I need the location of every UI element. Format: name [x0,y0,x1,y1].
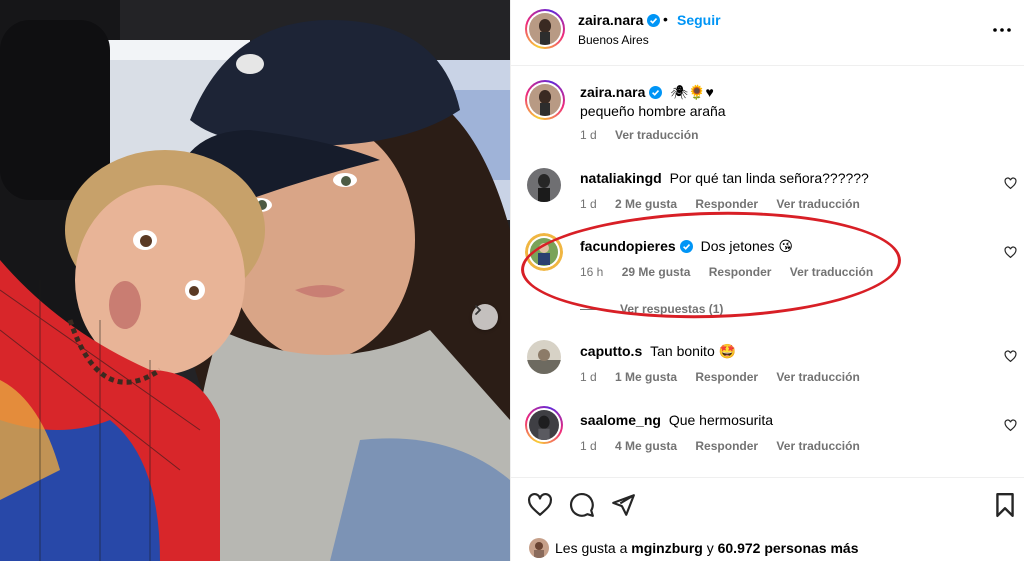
comment-item: nataliakingd Por qué tan linda señora???… [511,162,1024,222]
avatar-image [529,410,559,440]
heart-icon[interactable] [1004,177,1017,190]
comment-username[interactable]: nataliakingd [580,170,662,186]
commenter-avatar[interactable] [525,406,563,444]
verified-badge-icon [679,240,693,253]
post-sidebar: zaira.nara • Seguir Buenos Aires zaira.n… [510,0,1024,561]
comment-likes[interactable]: 2 Me gusta [615,197,677,211]
comment-body: saalome_ng Que hermosurita [580,412,773,428]
avatar-image [529,13,561,45]
avatar-image [529,84,561,116]
likes-count-link[interactable]: 60.972 personas más [718,540,859,556]
post-header: zaira.nara • Seguir Buenos Aires [511,0,1024,66]
author-avatar[interactable] [525,9,565,49]
comment-text: Que hermosurita [668,412,774,428]
reply-button[interactable]: Responder [695,439,758,453]
comment-text: Dos jetones 😘 [700,238,794,254]
more-options-icon [993,28,1011,32]
comment-meta: 1 d 2 Me gusta Responder Ver traducción [580,197,875,211]
reply-button[interactable]: Responder [695,197,758,211]
view-replies-label[interactable]: Ver respuestas (1) [620,302,723,316]
reply-button[interactable]: Responder [709,265,772,279]
comment-time[interactable]: 1 d [580,439,597,453]
translate-link[interactable]: Ver traducción [776,370,859,384]
comment-body: nataliakingd Por qué tan linda señora???… [580,170,869,186]
view-replies-button[interactable]: Ver respuestas (1) [580,302,723,316]
caption-header: zaira.nara 🕷🌻♥ [580,84,714,101]
caption-username[interactable]: zaira.nara [580,84,645,100]
commenter-avatar[interactable] [527,168,561,202]
likes-summary: Les gusta a mginzburg y 60.972 personas … [529,538,858,558]
translate-link[interactable]: Ver traducción [776,439,859,453]
comment-meta: 1 d 4 Me gusta Responder Ver traducción [580,439,875,453]
translate-link[interactable]: Ver traducción [790,265,873,279]
heart-icon[interactable] [1004,419,1017,432]
comment-likes[interactable]: 1 Me gusta [615,370,677,384]
likes-prefix: Les gusta a [555,540,628,556]
comment-time[interactable]: 1 d [580,197,597,211]
caption-emojis: 🕷🌻♥ [670,84,714,100]
heart-icon[interactable] [1004,246,1017,259]
caption: zaira.nara 🕷🌻♥ pequeño hombre araña 1 d … [511,75,1024,145]
comment-time[interactable]: 1 d [580,370,597,384]
post-location[interactable]: Buenos Aires [578,33,649,47]
comment-username[interactable]: facundopieres [580,238,676,254]
caption-time[interactable]: 1 d [580,128,597,142]
liker-avatar[interactable] [529,538,549,558]
comment-username[interactable]: saalome_ng [580,412,661,428]
comment-item: caputto.s Tan bonito 🤩 1 d 1 Me gusta Re… [511,336,1024,396]
caption-translate-link[interactable]: Ver traducción [615,128,698,142]
photo-illustration [0,0,510,561]
comment-bubble-icon[interactable] [569,492,595,518]
comment-text: Tan bonito 🤩 [650,343,737,359]
translate-link[interactable]: Ver traducción [776,197,859,211]
verified-badge-icon [649,86,663,99]
post-photo [0,0,510,561]
reply-button[interactable]: Responder [695,370,758,384]
liker-username[interactable]: mginzburg [631,540,703,556]
comment-meta: 1 d 1 Me gusta Responder Ver traducción [580,370,875,384]
heart-icon[interactable] [1004,350,1017,363]
next-photo-button[interactable] [472,304,498,330]
like-heart-icon[interactable] [527,492,553,518]
comment-body: caputto.s Tan bonito 🤩 [580,343,736,360]
commenter-avatar[interactable] [525,233,563,271]
separator-dot: • [663,11,668,27]
author-username[interactable]: zaira.nara [578,12,661,28]
replies-divider-line [580,309,604,311]
commenter-avatar[interactable] [527,340,561,374]
author-username-text[interactable]: zaira.nara [578,12,643,28]
follow-button[interactable]: Seguir [677,12,721,28]
comment-time[interactable]: 16 h [580,265,603,279]
comment-text: Por qué tan linda señora?????? [669,170,869,186]
comment-item: saalome_ng Que hermosurita 1 d 4 Me gust… [511,405,1024,465]
caption-text: pequeño hombre araña [580,103,726,119]
caption-meta: 1 d Ver traducción [580,128,713,142]
comment-body: facundopieres Dos jetones 😘 [580,238,793,255]
caption-avatar[interactable] [525,80,565,120]
more-options-button[interactable] [989,20,1015,40]
comment-likes[interactable]: 4 Me gusta [615,439,677,453]
paper-plane-icon[interactable] [610,492,636,518]
comment-likes[interactable]: 29 Me gusta [622,265,691,279]
comment-username[interactable]: caputto.s [580,343,642,359]
chevron-right-icon [475,305,482,315]
likes-connector: y [706,540,714,556]
verified-badge-icon [647,14,661,27]
comment-meta: 16 h 29 Me gusta Responder Ver traducció… [580,265,888,279]
post-actions: Les gusta a mginzburg y 60.972 personas … [511,477,1024,561]
bookmark-icon[interactable] [992,492,1018,518]
